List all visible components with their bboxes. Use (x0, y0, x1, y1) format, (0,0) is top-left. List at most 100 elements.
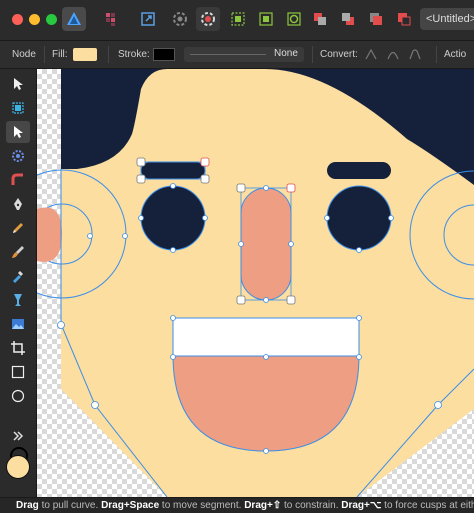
anchor-point[interactable] (356, 315, 362, 321)
canvas[interactable] (37, 69, 474, 497)
anchor-point[interactable] (202, 215, 208, 221)
left-eyebrow[interactable] (140, 161, 206, 180)
anchor-point[interactable] (238, 241, 244, 247)
fill-swatch[interactable] (73, 48, 97, 61)
node-handle[interactable] (236, 295, 246, 305)
node-handle[interactable] (200, 157, 210, 167)
right-eyebrow[interactable] (327, 162, 391, 179)
anchor-point[interactable] (263, 354, 269, 360)
brush-icon (12, 246, 24, 258)
anchor-point[interactable] (263, 185, 269, 191)
order-forward-button[interactable] (336, 7, 360, 31)
boolean-subtract-icon (398, 13, 411, 26)
stroke-width-slider[interactable]: None (184, 47, 304, 62)
left-ear[interactable] (37, 207, 62, 262)
move-arrow-icon (14, 78, 23, 90)
fill-tool[interactable] (6, 265, 30, 287)
anchor-point[interactable] (263, 297, 269, 303)
context-node-label: Node (12, 49, 36, 60)
boolean-add-button[interactable] (364, 7, 388, 31)
divider (44, 46, 45, 63)
anchor-point[interactable] (87, 233, 93, 239)
anchor-point[interactable] (356, 354, 362, 360)
stroke-width-value: None (274, 48, 298, 59)
artboard-icon (12, 102, 24, 114)
anchor-point[interactable] (170, 354, 176, 360)
snapping-button[interactable] (168, 7, 192, 31)
node-arrow-icon (14, 126, 23, 138)
stroke-swatch[interactable] (153, 48, 175, 61)
path-button[interactable] (282, 7, 306, 31)
convert-sharp-button[interactable] (364, 46, 378, 62)
align-button[interactable] (226, 7, 250, 31)
anchor-point[interactable] (388, 215, 394, 221)
node-handle[interactable] (236, 183, 246, 193)
force-pixel-alignment-button[interactable] (196, 7, 220, 31)
anchor-point[interactable] (170, 315, 176, 321)
document-tab[interactable]: <Untitled> (420, 8, 474, 30)
node-handle[interactable] (200, 174, 210, 184)
anchor-point[interactable] (356, 247, 362, 253)
context-toolbar: Node Fill: Stroke: None Convert: Actio (0, 41, 474, 69)
divider (108, 46, 109, 63)
pen-tool[interactable] (6, 193, 30, 215)
more-tools-button[interactable] (6, 425, 30, 447)
artwork[interactable] (37, 69, 474, 497)
convert-smooth-button[interactable] (386, 46, 400, 62)
pixel-persona-icon (106, 13, 115, 26)
status-text: to constrain. (281, 500, 342, 511)
export-persona-icon (141, 12, 155, 26)
zoom-window-button[interactable] (46, 14, 57, 25)
anchor-point[interactable] (170, 247, 176, 253)
ellipse-tool[interactable] (6, 385, 30, 407)
node-handle[interactable] (136, 174, 146, 184)
smooth-node-icon (387, 51, 399, 60)
node-handle[interactable] (286, 183, 296, 193)
transparency-tool[interactable] (6, 289, 30, 311)
action-label: Actio (444, 49, 467, 60)
anchor-point[interactable] (91, 401, 99, 409)
boolean-subtract-button[interactable] (392, 7, 416, 31)
move-tool[interactable] (6, 73, 30, 95)
anchor-point[interactable] (288, 241, 294, 247)
node-tool[interactable] (6, 121, 30, 143)
anchor-point[interactable] (263, 448, 269, 454)
divider (436, 46, 437, 63)
vector-brush-tool[interactable] (6, 241, 30, 263)
anchor-point[interactable] (122, 233, 128, 239)
artboard-tool[interactable] (6, 97, 30, 119)
close-window-button[interactable] (12, 14, 23, 25)
anchor-point[interactable] (434, 401, 442, 409)
left-eye[interactable] (140, 185, 206, 251)
node-handle[interactable] (136, 157, 146, 167)
order-back-button[interactable] (308, 7, 332, 31)
convert-smart-button[interactable] (408, 46, 422, 62)
minimize-window-button[interactable] (29, 14, 40, 25)
anchor-point[interactable] (138, 215, 144, 221)
arrange-back-icon (314, 13, 326, 25)
node-handle[interactable] (286, 295, 296, 305)
transform-button[interactable] (254, 7, 278, 31)
anchor-point[interactable] (57, 321, 65, 329)
divider (312, 46, 313, 63)
pencil-tool[interactable] (6, 217, 30, 239)
anchor-point[interactable] (170, 183, 176, 189)
convert-label: Convert: (320, 49, 358, 60)
corner-tool[interactable] (6, 169, 30, 191)
teeth[interactable] (172, 317, 360, 357)
crop-icon (11, 341, 25, 355)
designer-persona-button[interactable] (62, 7, 86, 31)
path-icon (287, 12, 301, 26)
export-persona-button[interactable] (136, 7, 160, 31)
status-bar: Drag to pull curve. Drag+Space to move s… (0, 497, 474, 513)
pixel-persona-button[interactable] (100, 7, 124, 31)
anchor-point[interactable] (324, 215, 330, 221)
place-image-tool[interactable] (6, 313, 30, 335)
rectangle-tool[interactable] (6, 361, 30, 383)
fill-color-well[interactable] (6, 455, 30, 479)
status-key: Drag+⌥ (341, 500, 382, 511)
crop-tool[interactable] (6, 337, 30, 359)
nose[interactable] (240, 187, 292, 301)
point-transform-tool[interactable] (6, 145, 30, 167)
right-eye[interactable] (326, 185, 392, 251)
